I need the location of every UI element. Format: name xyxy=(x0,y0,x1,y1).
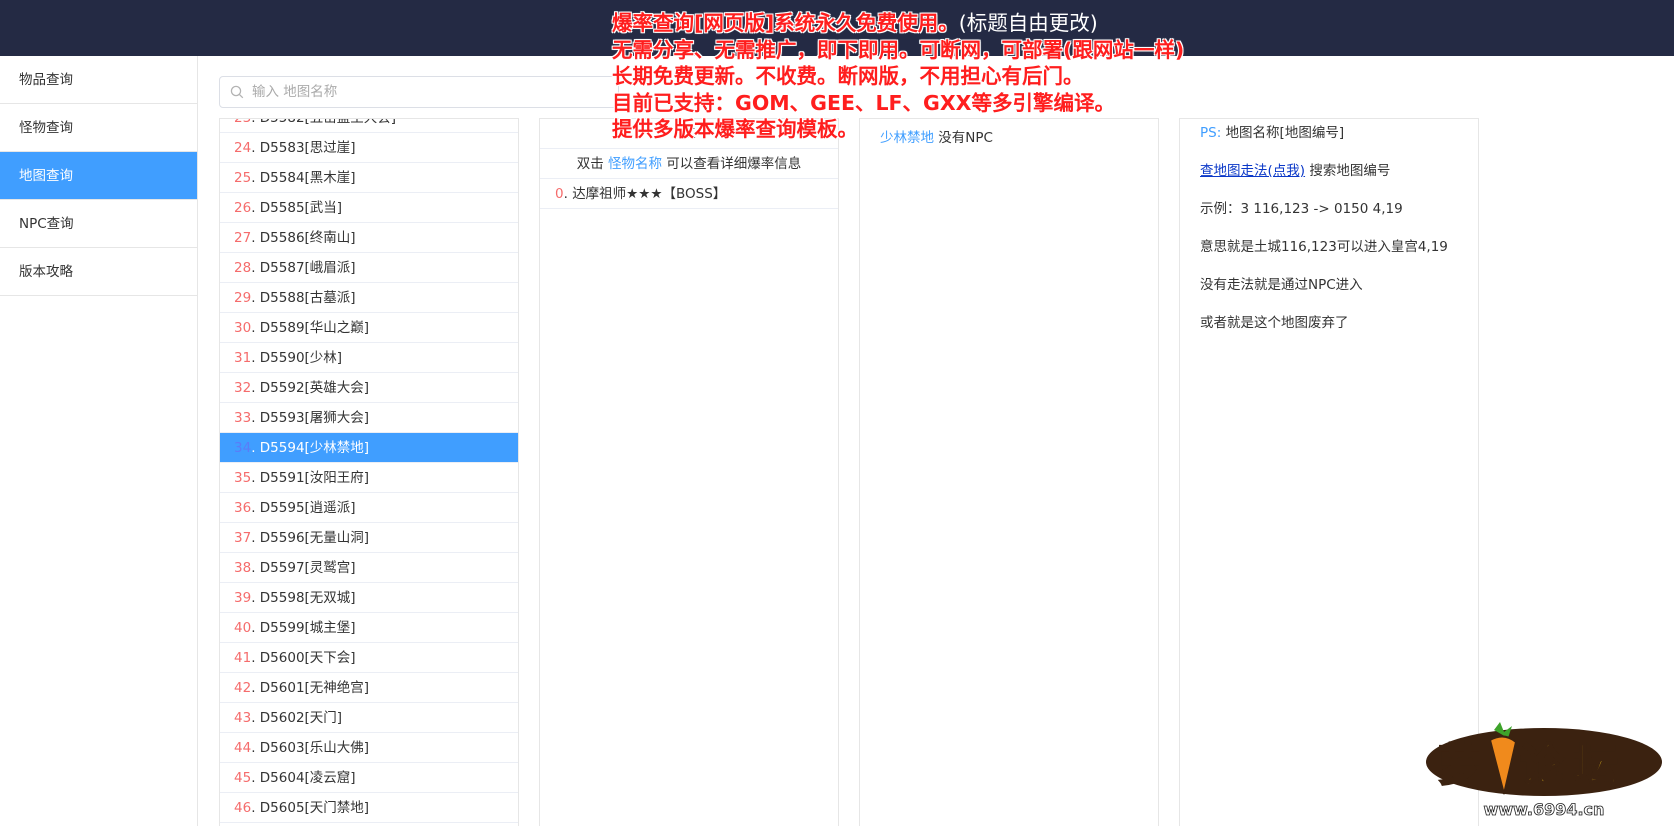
map-list-item[interactable]: 25. D5584[黑木崖] xyxy=(220,163,518,193)
promo-line-1: 爆率查询[网页版]系统永久免费使用。(标题自由更改) xyxy=(612,11,1098,35)
map-name: D5600[天下会] xyxy=(259,650,356,666)
info-panel: PS: 地图名称[地图编号] 查地图走法(点我) 搜索地图编号 示例：3 116… xyxy=(1179,118,1479,826)
map-search-box xyxy=(219,76,619,108)
logo-char-3: 论 xyxy=(1520,740,1565,791)
info-example: 示例：3 116,123 -> 0150 4,19 xyxy=(1200,201,1403,217)
search-icon xyxy=(230,85,244,99)
map-name: D5583[思过崖] xyxy=(259,140,356,156)
map-list-item[interactable]: 43. D5602[天门] xyxy=(220,703,518,733)
map-route-link[interactable]: 查地图走法(点我) xyxy=(1200,163,1305,179)
map-list-item[interactable]: 31. D5590[少林] xyxy=(220,343,518,373)
map-name: D5587[峨眉派] xyxy=(259,260,356,276)
logo-url: www.6994.cn xyxy=(1484,800,1605,819)
map-name: D5594[少林禁地] xyxy=(259,440,370,456)
promo-line-3: 长期免费更新。不收费。断网版，不用担心有后门。 xyxy=(612,64,1084,88)
monster-row[interactable]: 0. 达摩祖师★★★【BOSS】 xyxy=(540,179,838,209)
map-name: D5590[少林] xyxy=(259,350,343,366)
promo-line-5: 提供多版本爆率查询模板。 xyxy=(612,117,858,141)
npc-panel: 少林禁地 没有NPC xyxy=(859,118,1159,826)
map-list-item[interactable]: 28. D5587[峨眉派] xyxy=(220,253,518,283)
forum-logo-watermark: 萝 论 坛 萝卜论坛 www.6994.cn xyxy=(1426,722,1662,819)
sidebar-item-item-search[interactable]: 物品查询 xyxy=(0,56,197,104)
info-npc-entry: 没有走法就是通过NPC进入 xyxy=(1200,277,1363,293)
info-meaning: 意思就是土城116,123可以进入皇宫4,19 xyxy=(1200,239,1448,255)
map-list-item[interactable]: 39. D5598[无双城] xyxy=(220,583,518,613)
map-name: D5582[五岳盟主大会] xyxy=(259,118,397,126)
map-list-item[interactable]: 44. D5603[乐山大佛] xyxy=(220,733,518,763)
map-list-item[interactable]: 40. D5599[城主堡] xyxy=(220,613,518,643)
monster-panel-hint: 双击 怪物名称 可以查看详细爆率信息 xyxy=(540,149,838,179)
map-list-item[interactable]: 37. D5596[无量山洞] xyxy=(220,523,518,553)
promo-overlay-text: 爆率查询[网页版]系统永久免费使用。(标题自由更改) 无需分享、无需推广，即下即… xyxy=(612,10,1612,143)
map-list-item[interactable]: 33. D5593[屠狮大会] xyxy=(220,403,518,433)
sidebar-item-monster-search[interactable]: 怪物查询 xyxy=(0,104,197,152)
map-name: D5599[城主堡] xyxy=(259,620,356,636)
map-list-item[interactable]: 27. D5586[终南山] xyxy=(220,223,518,253)
map-name: D5586[终南山] xyxy=(259,230,356,246)
map-name: D5591[汝阳王府] xyxy=(259,470,370,486)
map-list-item[interactable]: 42. D5601[无神绝宫] xyxy=(220,673,518,703)
map-name: D5604[凌云窟] xyxy=(259,770,356,786)
sidebar-item-version-guide[interactable]: 版本攻略 xyxy=(0,248,197,296)
map-list: 23. D5582[五岳盟主大会] 24. D5583[思过崖] 25. D5584… xyxy=(219,118,519,826)
map-list-scroll: 23. D5582[五岳盟主大会] 24. D5583[思过崖] 25. D5584… xyxy=(220,118,518,823)
sidebar-item-map-search[interactable]: 地图查询 xyxy=(0,152,197,200)
monster-name-hint-link: 怪物名称 xyxy=(608,156,662,172)
monster-name: 达摩祖师★★★【BOSS】 xyxy=(572,186,727,202)
promo-line-4: 目前已支持：GOM、GEE、LF、GXX等多引擎编译。 xyxy=(612,90,1115,115)
map-name: D5588[古墓派] xyxy=(259,290,356,306)
map-name: D5596[无量山洞] xyxy=(259,530,370,546)
map-name: D5603[乐山大佛] xyxy=(259,740,370,756)
map-name: D5589[华山之巅] xyxy=(259,320,370,336)
map-list-item[interactable]: 34. D5594[少林禁地] xyxy=(220,433,518,463)
map-name: D5597[灵鹫宫] xyxy=(259,560,356,576)
map-list-item[interactable]: 30. D5589[华山之巅] xyxy=(220,313,518,343)
map-list-item[interactable]: 38. D5597[灵鹫宫] xyxy=(220,553,518,583)
map-list-item[interactable]: 46. D5605[天门禁地] xyxy=(220,793,518,823)
monster-panel: 工 双击 怪物名称 可以查看详细爆率信息 0. 达摩祖师★★★【BOSS】 xyxy=(539,118,839,826)
logo-char-4: 坛 xyxy=(1574,740,1618,791)
sidebar-menu: 物品查询 怪物查询 地图查询 NPC查询 版本攻略 xyxy=(0,56,198,826)
map-name: D5584[黑木崖] xyxy=(259,170,356,186)
info-route-link-line: 查地图走法(点我) 搜索地图编号 xyxy=(1200,163,1391,179)
map-list-item[interactable]: 45. D5604[凌云窟] xyxy=(220,763,518,793)
map-name: D5593[屠狮大会] xyxy=(259,410,370,426)
map-list-item[interactable]: 24. D5583[思过崖] xyxy=(220,133,518,163)
map-list-item[interactable]: 41. D5600[天下会] xyxy=(220,643,518,673)
map-name: D5595[逍遥派] xyxy=(259,500,356,516)
map-list-item[interactable]: 35. D5591[汝阳王府] xyxy=(220,463,518,493)
map-list-item[interactable]: 32. D5592[英雄大会] xyxy=(220,373,518,403)
promo-line-2: 无需分享、无需推广，即下即用。可断网，可部署(跟网站一样) xyxy=(612,37,1185,62)
map-name: D5598[无双城] xyxy=(259,590,356,606)
map-name: D5605[天门禁地] xyxy=(259,800,370,816)
map-name: D5592[英雄大会] xyxy=(259,380,370,396)
map-name: D5602[天门] xyxy=(259,710,343,726)
map-name: D5585[武当] xyxy=(259,200,343,216)
map-list-item[interactable]: 23. D5582[五岳盟主大会] xyxy=(220,118,518,133)
map-list-item[interactable]: 29. D5588[古墓派] xyxy=(220,283,518,313)
sidebar-item-npc-search[interactable]: NPC查询 xyxy=(0,200,197,248)
logo-char-1: 萝 xyxy=(1438,740,1482,791)
map-search-input[interactable] xyxy=(252,77,612,107)
map-name: D5601[无神绝宫] xyxy=(259,680,370,696)
info-abandoned: 或者就是这个地图废弃了 xyxy=(1200,315,1349,331)
map-list-item[interactable]: 36. D5595[逍遥派] xyxy=(220,493,518,523)
map-list-item[interactable]: 26. D5585[武当] xyxy=(220,193,518,223)
